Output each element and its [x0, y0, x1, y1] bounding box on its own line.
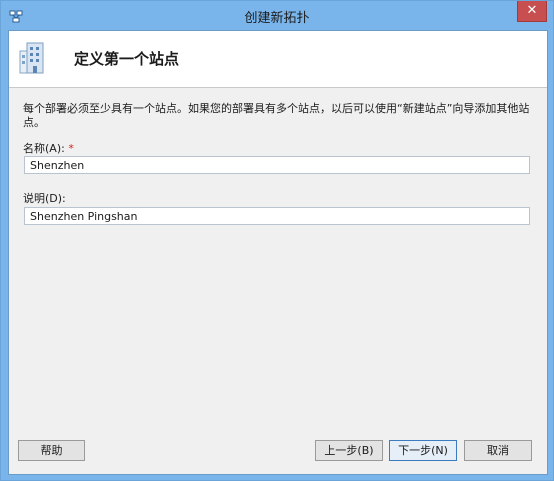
cancel-button[interactable]: 取消 — [464, 440, 532, 461]
name-label: 名称(A): * — [23, 140, 74, 156]
help-button[interactable]: 帮助 — [18, 440, 85, 461]
description-label: 说明(D): — [23, 192, 66, 205]
description-input[interactable] — [24, 207, 530, 225]
window-title: 创建新拓扑 — [244, 11, 310, 26]
building-icon — [18, 39, 46, 75]
name-label-text: 名称(A): — [23, 142, 65, 155]
close-button[interactable]: ✕ — [517, 1, 547, 22]
wizard-window: 创建新拓扑 ✕ 定义第一个站点 每个部署必须至少具有一个站点。如果您的部署具有多… — [0, 0, 554, 481]
page-description: 每个部署必须至少具有一个站点。如果您的部署具有多个站点，以后可以使用“新建站点”… — [23, 102, 530, 129]
title-bar[interactable]: 创建新拓扑 ✕ — [1, 1, 553, 30]
next-button[interactable]: 下一步(N) — [389, 440, 457, 461]
wizard-content: 定义第一个站点 每个部署必须至少具有一个站点。如果您的部署具有多个站点，以后可以… — [8, 30, 548, 475]
wizard-header: 定义第一个站点 — [9, 31, 547, 88]
close-icon: ✕ — [526, 3, 538, 18]
required-marker: * — [68, 142, 74, 155]
name-input[interactable] — [24, 156, 530, 174]
back-button[interactable]: 上一步(B) — [315, 440, 383, 461]
page-title: 定义第一个站点 — [74, 50, 180, 68]
